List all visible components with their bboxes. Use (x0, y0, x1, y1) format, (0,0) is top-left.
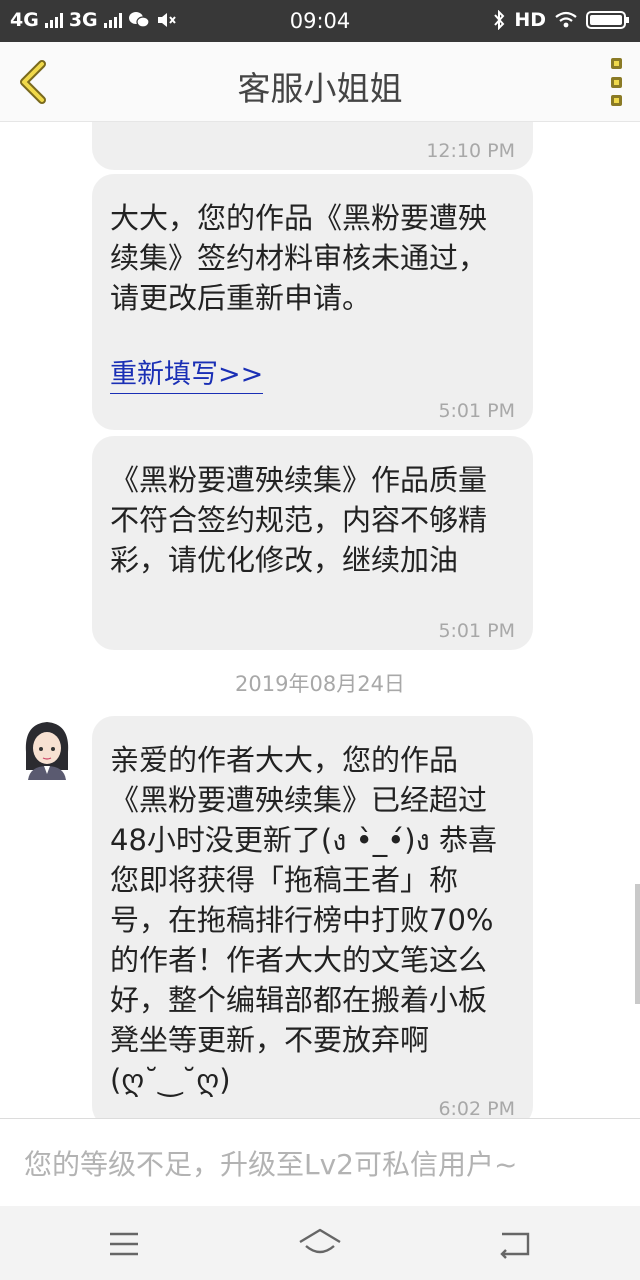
message-time: 5:01 PM (438, 620, 515, 642)
hd-label: HD (514, 9, 546, 31)
status-bar: 4G 3G 09:04 HD (0, 0, 640, 42)
home-icon[interactable] (296, 1224, 344, 1264)
message-input[interactable]: 您的等级不足，升级至Lv2可私信用户~ (0, 1118, 640, 1206)
scrollbar[interactable] (635, 884, 640, 1004)
battery-icon (586, 11, 629, 29)
bluetooth-icon (494, 10, 505, 30)
input-placeholder: 您的等级不足，升级至Lv2可私信用户~ (24, 1148, 518, 1181)
message-time: 6:02 PM (438, 1098, 515, 1118)
message-text: 亲爱的作者大大，您的作品《黑粉要遭殃续集》已经超过48小时没更新了(ง •̀_•… (110, 743, 497, 1097)
chat-header: 客服小姐姐 (0, 42, 640, 122)
back-icon[interactable] (492, 1224, 540, 1264)
message-bubble: 12:10 PM (92, 122, 533, 170)
status-right: HD (492, 9, 630, 31)
navigation-bar (0, 1206, 640, 1280)
message-text: 《黑粉要遭殃续集》作品质量不符合签约规范，内容不够精彩，请优化修改，继续加油 (110, 463, 488, 577)
message-bubble: 大大，您的作品《黑粉要遭殃续集》签约材料审核未通过，请更改后重新申请。 重新填写… (92, 174, 533, 430)
message-bubble: 亲爱的作者大大，您的作品《黑粉要遭殃续集》已经超过48小时没更新了(ง •̀_•… (92, 716, 533, 1118)
message-list[interactable]: 12:10 PM 大大，您的作品《黑粉要遭殃续集》签约材料审核未通过，请更改后重… (0, 122, 640, 1118)
refill-link[interactable]: 重新填写>> (110, 352, 264, 394)
message-text: 大大，您的作品《黑粉要遭殃续集》签约材料审核未通过，请更改后重新申请。 (110, 201, 488, 315)
message-time: 12:10 PM (426, 140, 515, 162)
page-title: 客服小姐姐 (237, 69, 403, 108)
message-bubble: 《黑粉要遭殃续集》作品质量不符合签约规范，内容不够精彩，请优化修改，继续加油 5… (92, 436, 533, 650)
message-time: 5:01 PM (438, 400, 515, 422)
more-vertical-icon[interactable] (606, 58, 626, 106)
menu-icon[interactable] (100, 1224, 148, 1264)
wifi-icon (555, 11, 577, 28)
date-separator: 2019年08月24日 (235, 672, 405, 696)
avatar[interactable] (22, 718, 72, 780)
